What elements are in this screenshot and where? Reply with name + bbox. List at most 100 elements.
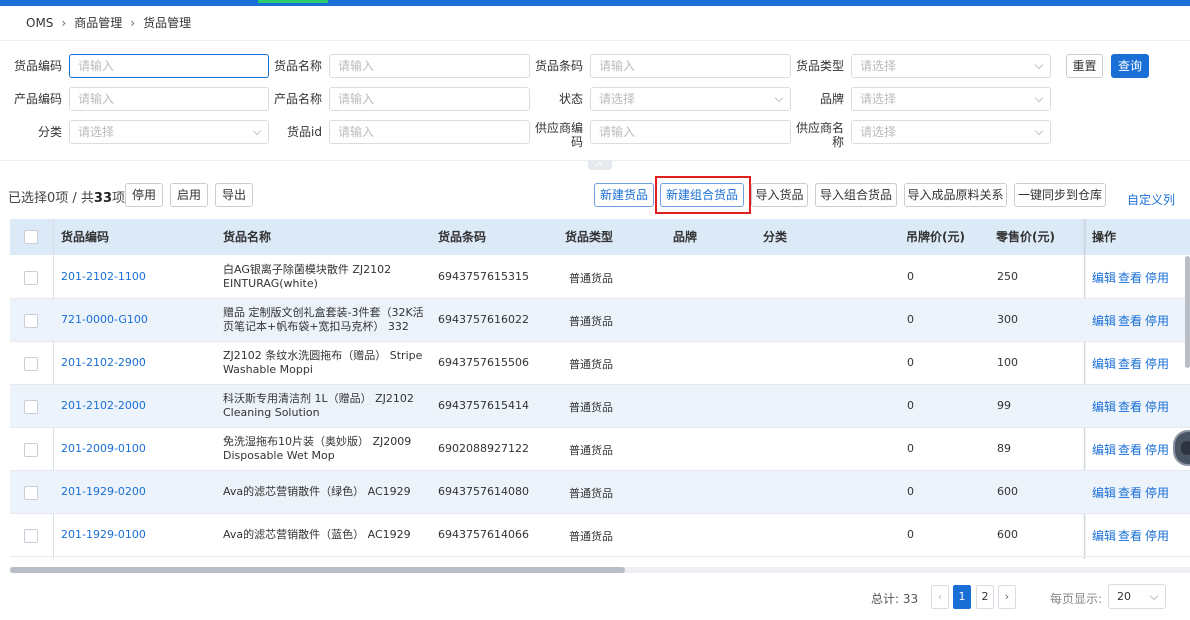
view-link[interactable]: 查看 <box>1118 398 1142 415</box>
selection-suffix: 项 <box>112 191 126 206</box>
goods-code-link[interactable]: 201-2102-2000 <box>61 399 146 412</box>
import-bom-button[interactable]: 导入成品原料关系 <box>904 183 1007 207</box>
table-row: 201-2102-2000 科沃斯专用清洁剂 1L（赠品） ZJ2102 Clea… <box>10 385 1190 428</box>
breadcrumb-goods-mgmt[interactable]: 商品管理 <box>74 14 122 31</box>
goods-type-label: 货品类型 <box>795 59 844 73</box>
new-goods-button[interactable]: 新建货品 <box>594 183 654 207</box>
next-page-button[interactable]: › <box>998 585 1016 609</box>
retail-price: 89 <box>997 442 1011 455</box>
category-select[interactable]: 请选择 <box>69 120 269 144</box>
brand-select[interactable]: 请选择 <box>851 87 1051 111</box>
active-tab-indicator <box>258 0 328 3</box>
edit-link[interactable]: 编辑 <box>1092 484 1116 501</box>
goods-type: 普通货品 <box>569 401 613 414</box>
goods-code-input[interactable]: 请输入 <box>69 54 269 78</box>
chevron-down-icon <box>1149 591 1159 601</box>
goods-code-link[interactable]: 201-2009-0100 <box>61 442 146 455</box>
goods-code-link[interactable]: 201-2102-2900 <box>61 356 146 369</box>
per-page-select[interactable]: 20 <box>1108 584 1166 609</box>
enable-button[interactable]: 启用 <box>170 183 208 207</box>
view-link[interactable]: 查看 <box>1118 527 1142 544</box>
page-2-button[interactable]: 2 <box>976 585 994 609</box>
th-ops: 操作 <box>1092 230 1117 244</box>
chevron-right-icon: › <box>130 15 136 30</box>
goods-id-input[interactable]: 请输入 <box>329 120 530 144</box>
select-all-checkbox[interactable] <box>24 230 38 244</box>
goods-type: 普通货品 <box>569 487 613 500</box>
prev-page-button[interactable]: ‹ <box>931 585 949 609</box>
status-placeholder: 请选择 <box>599 92 636 106</box>
supplier-name-select[interactable]: 请选择 <box>851 120 1051 144</box>
floating-assistant-icon[interactable] <box>1173 430 1190 466</box>
horizontal-scrollbar[interactable] <box>10 567 625 573</box>
custom-columns-link[interactable]: 自定义列 <box>1127 191 1175 208</box>
edit-link[interactable]: 编辑 <box>1092 398 1116 415</box>
view-link[interactable]: 查看 <box>1118 484 1142 501</box>
row-checkbox[interactable] <box>24 357 38 371</box>
disable-link[interactable]: 停用 <box>1145 398 1169 415</box>
row-checkbox[interactable] <box>24 486 38 500</box>
table-row: 201-1929-0100 Ava的滤芯营销散件（蓝色） AC1929 694375… <box>10 514 1190 557</box>
search-button[interactable]: 查询 <box>1111 54 1149 78</box>
view-link[interactable]: 查看 <box>1118 269 1142 286</box>
product-code-input[interactable]: 请输入 <box>69 87 269 111</box>
table-row: 201-2102-2900 ZJ2102 条纹水洗圆拖布（赠品） Stripe W… <box>10 342 1190 385</box>
disable-link[interactable]: 停用 <box>1145 355 1169 372</box>
disable-link[interactable]: 停用 <box>1145 441 1169 458</box>
disable-link[interactable]: 停用 <box>1145 484 1169 501</box>
breadcrumb-oms[interactable]: OMS <box>26 16 53 30</box>
th-barcode[interactable]: 货品条码 <box>438 219 486 255</box>
product-name-input[interactable]: 请输入 <box>329 87 530 111</box>
page-1-button[interactable]: 1 <box>953 585 971 609</box>
disable-button[interactable]: 停用 <box>125 183 163 207</box>
goods-code-link[interactable]: 721-0000-G100 <box>61 313 148 326</box>
status-select[interactable]: 请选择 <box>590 87 791 111</box>
supplier-name-placeholder: 请选择 <box>860 125 897 139</box>
disable-link[interactable]: 停用 <box>1145 312 1169 329</box>
goods-barcode: 6902088927122 <box>438 442 529 455</box>
import-goods-button[interactable]: 导入货品 <box>751 183 808 207</box>
top-nav-bar <box>0 0 1190 6</box>
row-checkbox[interactable] <box>24 314 38 328</box>
th-retail-price[interactable]: 零售价(元) <box>996 219 1055 255</box>
goods-code-link[interactable]: 201-1929-0200 <box>61 485 146 498</box>
view-link[interactable]: 查看 <box>1118 441 1142 458</box>
supplier-code-input[interactable]: 请输入 <box>590 120 791 144</box>
row-checkbox[interactable] <box>24 443 38 457</box>
tag-price: 0 <box>907 270 914 283</box>
import-combo-goods-button[interactable]: 导入组合货品 <box>815 183 897 207</box>
th-type[interactable]: 货品类型 <box>565 219 613 255</box>
row-checkbox[interactable] <box>24 271 38 285</box>
collapse-filters-toggle[interactable] <box>588 160 612 170</box>
reset-button[interactable]: 重置 <box>1066 54 1103 78</box>
goods-type-select[interactable]: 请选择 <box>851 54 1051 78</box>
retail-price: 600 <box>997 528 1018 541</box>
edit-link[interactable]: 编辑 <box>1092 527 1116 544</box>
th-name[interactable]: 货品名称 <box>223 219 271 255</box>
th-code[interactable]: 货品编码 <box>61 219 109 255</box>
export-button[interactable]: 导出 <box>215 183 253 207</box>
th-brand[interactable]: 品牌 <box>673 219 697 255</box>
th-tag-price[interactable]: 吊牌价(元) <box>906 219 965 255</box>
sync-warehouse-button[interactable]: 一键同步到仓库 <box>1014 183 1106 207</box>
vertical-scrollbar[interactable] <box>1185 256 1190 368</box>
table-header: 货品编码 货品名称 货品条码 货品类型 品牌 分类 吊牌价(元) 零售价(元) … <box>10 219 1190 255</box>
edit-link[interactable]: 编辑 <box>1092 441 1116 458</box>
view-link[interactable]: 查看 <box>1118 355 1142 372</box>
goods-code-link[interactable]: 201-2102-1100 <box>61 270 146 283</box>
per-page-label: 每页显示: <box>1050 592 1103 606</box>
disable-link[interactable]: 停用 <box>1145 269 1169 286</box>
edit-link[interactable]: 编辑 <box>1092 269 1116 286</box>
disable-link[interactable]: 停用 <box>1145 527 1169 544</box>
view-link[interactable]: 查看 <box>1118 312 1142 329</box>
th-category[interactable]: 分类 <box>763 219 787 255</box>
goods-code-link[interactable]: 201-1929-0100 <box>61 528 146 541</box>
edit-link[interactable]: 编辑 <box>1092 312 1116 329</box>
row-checkbox[interactable] <box>24 529 38 543</box>
edit-link[interactable]: 编辑 <box>1092 355 1116 372</box>
goods-code-label: 货品编码 <box>13 59 62 73</box>
row-checkbox[interactable] <box>24 400 38 414</box>
goods-name: 白AG银离子除菌模块散件 ZJ2102 EINTURAG(white) <box>223 263 392 290</box>
goods-barcode-input[interactable]: 请输入 <box>590 54 791 78</box>
goods-name-input[interactable]: 请输入 <box>329 54 530 78</box>
